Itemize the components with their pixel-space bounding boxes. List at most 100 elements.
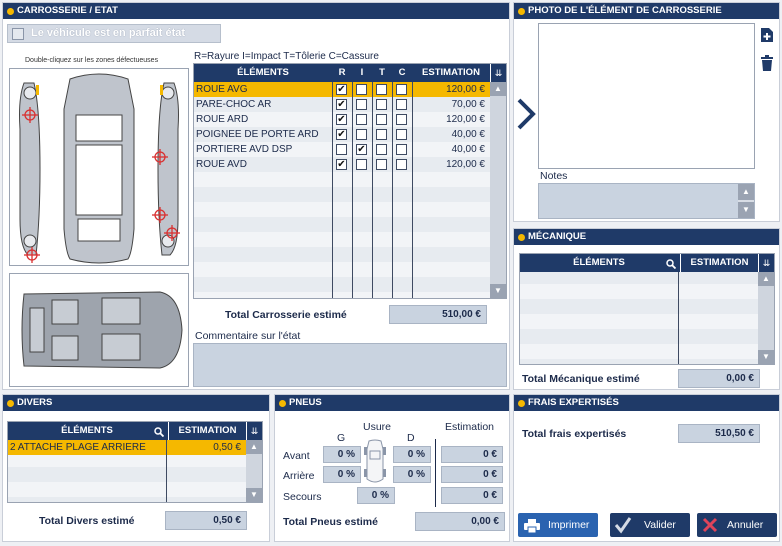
mec-col-elements[interactable]: ÉLÉMENTS [520,254,678,272]
pneus-panel: PNEUS Usure Estimation G D Avant Arrière… [274,394,510,542]
row-checkbox-t[interactable] [376,114,387,125]
row-checkbox-r[interactable] [336,144,347,155]
mecanique-panel: MÉCANIQUE ÉLÉMENTS ESTIMATION ⇊ ▲ ▼ Total… [513,228,780,390]
row-checkbox-c[interactable] [396,84,407,95]
divers-row[interactable]: 2 ATTACHE PLAGE ARRIERE 0,50 € [8,440,246,455]
mec-col-estimation[interactable]: ESTIMATION [680,254,758,272]
row-checkbox-i[interactable] [356,99,367,110]
divers-panel: DIVERS ÉLÉMENTS ESTIMATION ⇊ 2 ATTACHE P… [2,394,270,542]
col-c[interactable]: C [392,64,412,82]
photo-title: PHOTO DE L'ÉLÉMENT DE CARROSSERIE [514,3,779,19]
divers-title: DIVERS [3,395,269,411]
carrosserie-row[interactable]: PARE-CHOC AR ✔ 70,00 € [194,97,490,112]
total-pneus-label: Total Pneus estimé [283,516,378,528]
divers-collapse-icon[interactable]: ⇊ [246,422,262,440]
delete-photo-icon[interactable] [760,55,774,71]
row-checkbox-i[interactable] [356,159,367,170]
row-checkbox-t[interactable] [376,129,387,140]
avant-g-field[interactable]: 0 % [323,446,361,463]
row-checkbox-c[interactable] [396,114,407,125]
comment-label: Commentaire sur l'état [195,330,301,342]
row-element-name: POIGNEE DE PORTE ARD [196,129,319,140]
secours-field[interactable]: 0 % [357,487,395,504]
col-t[interactable]: T [372,64,392,82]
interior-diagram[interactable] [9,273,189,387]
divers-col-elements[interactable]: ÉLÉMENTS [8,422,166,440]
arriere-estimation-field[interactable]: 0 € [441,466,503,483]
carrosserie-row[interactable]: ROUE AVG ✔ 120,00 € [194,82,490,97]
carrosserie-row[interactable]: ROUE ARD ✔ 120,00 € [194,112,490,127]
row-estimation: 120,00 € [446,159,485,170]
row-element-name: ROUE AVG [196,84,248,95]
row-element-name: ROUE AVD [196,159,247,170]
carrosserie-row[interactable]: PORTIERE AVD DSP ✔ 40,00 € [194,142,490,157]
divers-search-icon[interactable] [154,427,165,438]
arriere-g-field[interactable]: 0 % [323,466,361,483]
next-arrow-icon[interactable] [514,97,538,131]
row-checkbox-r[interactable]: ✔ [336,99,347,110]
avant-estimation-field[interactable]: 0 € [441,446,503,463]
frais-panel: FRAIS EXPERTISÉS Total frais expertisés … [513,394,780,542]
collapse-icon[interactable]: ⇊ [490,64,506,82]
row-checkbox-i[interactable] [356,114,367,125]
row-checkbox-r[interactable]: ✔ [336,129,347,140]
row-checkbox-i[interactable] [356,84,367,95]
row-checkbox-t[interactable] [376,144,387,155]
mec-collapse-icon[interactable]: ⇊ [758,254,774,272]
avant-d-field[interactable]: 0 % [393,446,431,463]
col-i[interactable]: I [352,64,372,82]
col-estimation[interactable]: ESTIMATION [412,64,490,82]
row-checkbox-i[interactable]: ✔ [356,144,367,155]
cancel-button[interactable]: Annuler [697,513,777,537]
col-r[interactable]: R [332,64,352,82]
total-frais-value: 510,50 € [678,424,760,443]
row-estimation: 40,00 € [451,144,485,155]
row-element-name: ROUE ARD [196,114,249,125]
row-element-name: PORTIERE AVD DSP [196,144,293,155]
row-checkbox-r[interactable]: ✔ [336,159,347,170]
notes-scrollbar[interactable]: ▲ ▼ [738,184,754,218]
printer-icon [524,518,540,534]
carrosserie-row[interactable]: ROUE AVD ✔ 120,00 € [194,157,490,172]
row-checkbox-r[interactable]: ✔ [336,84,347,95]
row-checkbox-c[interactable] [396,99,407,110]
print-button[interactable]: Imprimer [518,513,598,537]
mec-scrollbar[interactable]: ▲ ▼ [758,272,774,364]
divers-col-estimation[interactable]: ESTIMATION [168,422,246,440]
row-checkbox-t[interactable] [376,99,387,110]
row-element-name: PARE-CHOC AR [196,99,272,110]
secours-estimation-field[interactable]: 0 € [441,487,503,504]
row-checkbox-c[interactable] [396,144,407,155]
col-elements[interactable]: ÉLÉMENTS [194,64,332,82]
carrosserie-scrollbar[interactable]: ▲ ▼ [490,82,506,298]
comment-field[interactable] [193,343,507,387]
row-checkbox-c[interactable] [396,129,407,140]
row-checkbox-t[interactable] [376,84,387,95]
row-checkbox-c[interactable] [396,159,407,170]
photo-area[interactable] [538,23,755,169]
photo-panel: PHOTO DE L'ÉLÉMENT DE CARROSSERIE Notes … [513,2,780,222]
divers-row-name: 2 ATTACHE PLAGE ARRIERE [10,442,146,453]
arriere-d-field[interactable]: 0 % [393,466,431,483]
estimation-label: Estimation [445,421,495,433]
carrosserie-rows: ROUE AVG ✔ 120,00 € PARE-CHOC AR ✔ 70,00 € ROU… [194,82,490,298]
frais-title: FRAIS EXPERTISÉS [514,395,779,411]
perfect-state-row[interactable]: Le véhicule est en parfait état [7,24,221,43]
row-checkbox-t[interactable] [376,159,387,170]
perfect-state-checkbox[interactable] [12,28,24,40]
usure-label: Usure [363,421,392,433]
divers-scrollbar[interactable]: ▲ ▼ [246,440,262,502]
perfect-state-label: Le véhicule est en parfait état [31,27,186,39]
carrosserie-row[interactable]: POIGNEE DE PORTE ARD ✔ 40,00 € [194,127,490,142]
car-tires-icon [363,439,387,485]
total-divers-label: Total Divers estimé [39,515,135,527]
arriere-label: Arrière [283,470,315,482]
validate-label: Valider [644,519,676,531]
mec-search-icon[interactable] [666,259,677,270]
row-checkbox-r[interactable]: ✔ [336,114,347,125]
notes-field[interactable] [538,183,755,219]
car-diagram[interactable] [9,68,189,266]
row-checkbox-i[interactable] [356,129,367,140]
validate-button[interactable]: Valider [610,513,690,537]
add-photo-icon[interactable] [760,27,774,43]
